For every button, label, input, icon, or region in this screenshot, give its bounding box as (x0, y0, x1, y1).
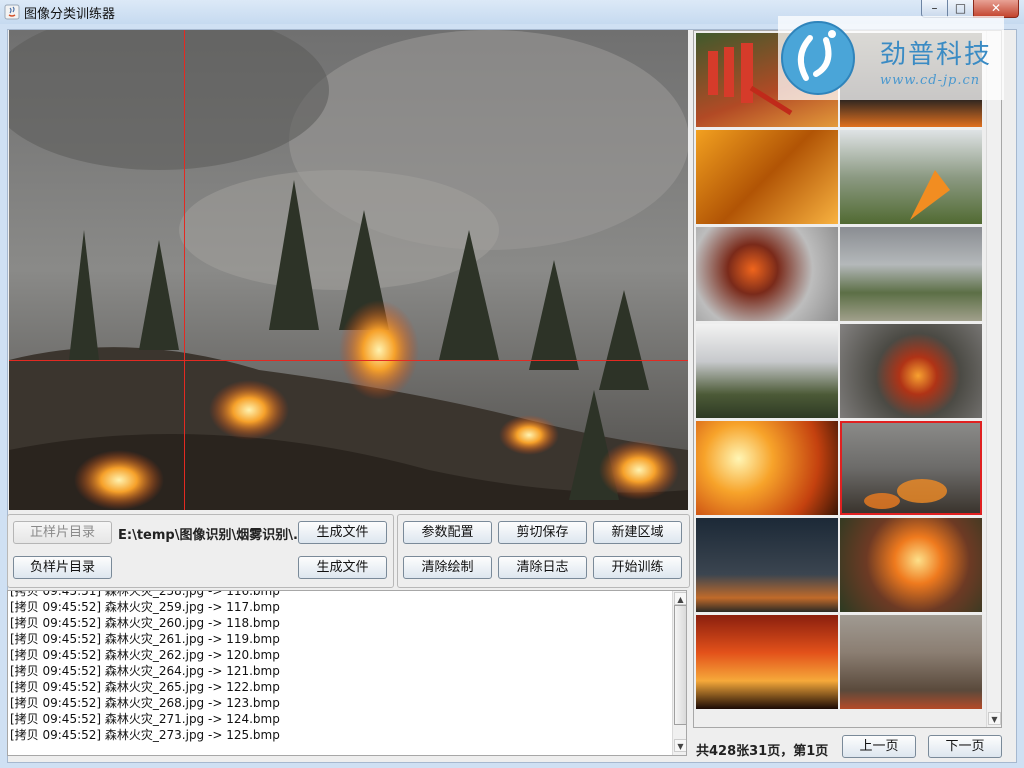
negative-sample-dir-button[interactable]: 负样片目录 (13, 556, 112, 579)
scroll-down-arrow-icon[interactable]: ▼ (988, 712, 1001, 725)
logo-website: www.cd-jp.cn (880, 73, 981, 88)
thumbnail-scrollbar[interactable]: ▼ (986, 31, 1001, 727)
forest-fire-image (9, 30, 688, 510)
thumbnail-pine-fire[interactable] (840, 518, 982, 612)
log-line: [拷贝 09:45:52] 森林火灾_259.jpg -> 117.bmp (10, 600, 280, 614)
generate-file-negative-button[interactable]: 生成文件 (298, 556, 387, 579)
log-textarea[interactable]: [拷贝 09:45:51] 森林火灾_258.jpg -> 116.bmp [拷… (7, 590, 687, 756)
log-line: [拷贝 09:45:52] 森林火灾_264.jpg -> 121.bmp (10, 664, 280, 678)
start-train-button[interactable]: 开始训练 (593, 556, 682, 579)
positive-dir-path: E:\temp\图像识别\烟雾识别\... (118, 528, 308, 543)
log-line: [拷贝 09:45:52] 森林火灾_262.jpg -> 120.bmp (10, 648, 280, 662)
next-page-button[interactable]: 下一页 (928, 735, 1002, 758)
log-line: [拷贝 09:45:52] 森林火灾_273.jpg -> 125.bmp (10, 728, 280, 742)
logo-company-name: 劲普科技 (880, 40, 993, 70)
new-region-button[interactable]: 新建区域 (593, 521, 682, 544)
log-line: [拷贝 09:45:52] 森林火灾_265.jpg -> 122.bmp (10, 680, 280, 694)
thumbnail-smoke-hill[interactable] (696, 324, 838, 418)
page-info: 共428张31页，第1页 (696, 744, 829, 759)
log-line: [拷贝 09:45:51] 森林火灾_258.jpg -> 116.bmp (10, 590, 280, 598)
positive-sample-dir-button[interactable]: 正样片目录 (13, 521, 112, 544)
window-title: 图像分类训练器 (24, 7, 116, 22)
thumbnail-forest-flame[interactable] (840, 324, 982, 418)
scroll-thumb[interactable] (674, 605, 686, 725)
thumbnail-list: ▼ (693, 30, 1002, 728)
log-line: [拷贝 09:45:52] 森林火灾_260.jpg -> 118.bmp (10, 616, 280, 630)
prev-page-button[interactable]: 上一页 (842, 735, 916, 758)
clear-log-button[interactable]: 清除日志 (498, 556, 587, 579)
thumbnail-firefighters-smoke[interactable] (840, 615, 982, 709)
thumbnail-current-selected[interactable] (840, 421, 982, 515)
thumbnail-hill-fire[interactable] (840, 130, 982, 224)
scroll-down-arrow-icon[interactable]: ▼ (674, 739, 686, 752)
crosshair-vertical (184, 30, 185, 510)
log-scrollbar[interactable]: ▲ ▼ (672, 591, 686, 755)
log-line: [拷贝 09:45:52] 森林火灾_271.jpg -> 124.bmp (10, 712, 280, 726)
log-line: [拷贝 09:45:52] 森林火灾_261.jpg -> 119.bmp (10, 632, 280, 646)
thumbnail-village-smoke[interactable] (840, 227, 982, 321)
thumbnail-night-forest[interactable] (696, 518, 838, 612)
cut-save-button[interactable]: 剪切保存 (498, 521, 587, 544)
log-line: [拷贝 09:45:52] 森林火灾_268.jpg -> 123.bmp (10, 696, 280, 710)
scroll-up-arrow-icon[interactable]: ▲ (674, 592, 686, 605)
param-config-button[interactable]: 参数配置 (403, 521, 492, 544)
thumbnail-burning-ground[interactable] (696, 130, 838, 224)
thumbnail-wall-of-fire[interactable] (696, 615, 838, 709)
thumbnail-smoke-fire[interactable] (696, 227, 838, 321)
crosshair-horizontal (9, 360, 688, 361)
main-image-canvas[interactable] (9, 30, 688, 510)
clear-draw-button[interactable]: 清除绘制 (403, 556, 492, 579)
java-app-icon (4, 4, 20, 20)
thumbnail-bright-fire[interactable] (696, 421, 838, 515)
generate-file-positive-button[interactable]: 生成文件 (298, 521, 387, 544)
